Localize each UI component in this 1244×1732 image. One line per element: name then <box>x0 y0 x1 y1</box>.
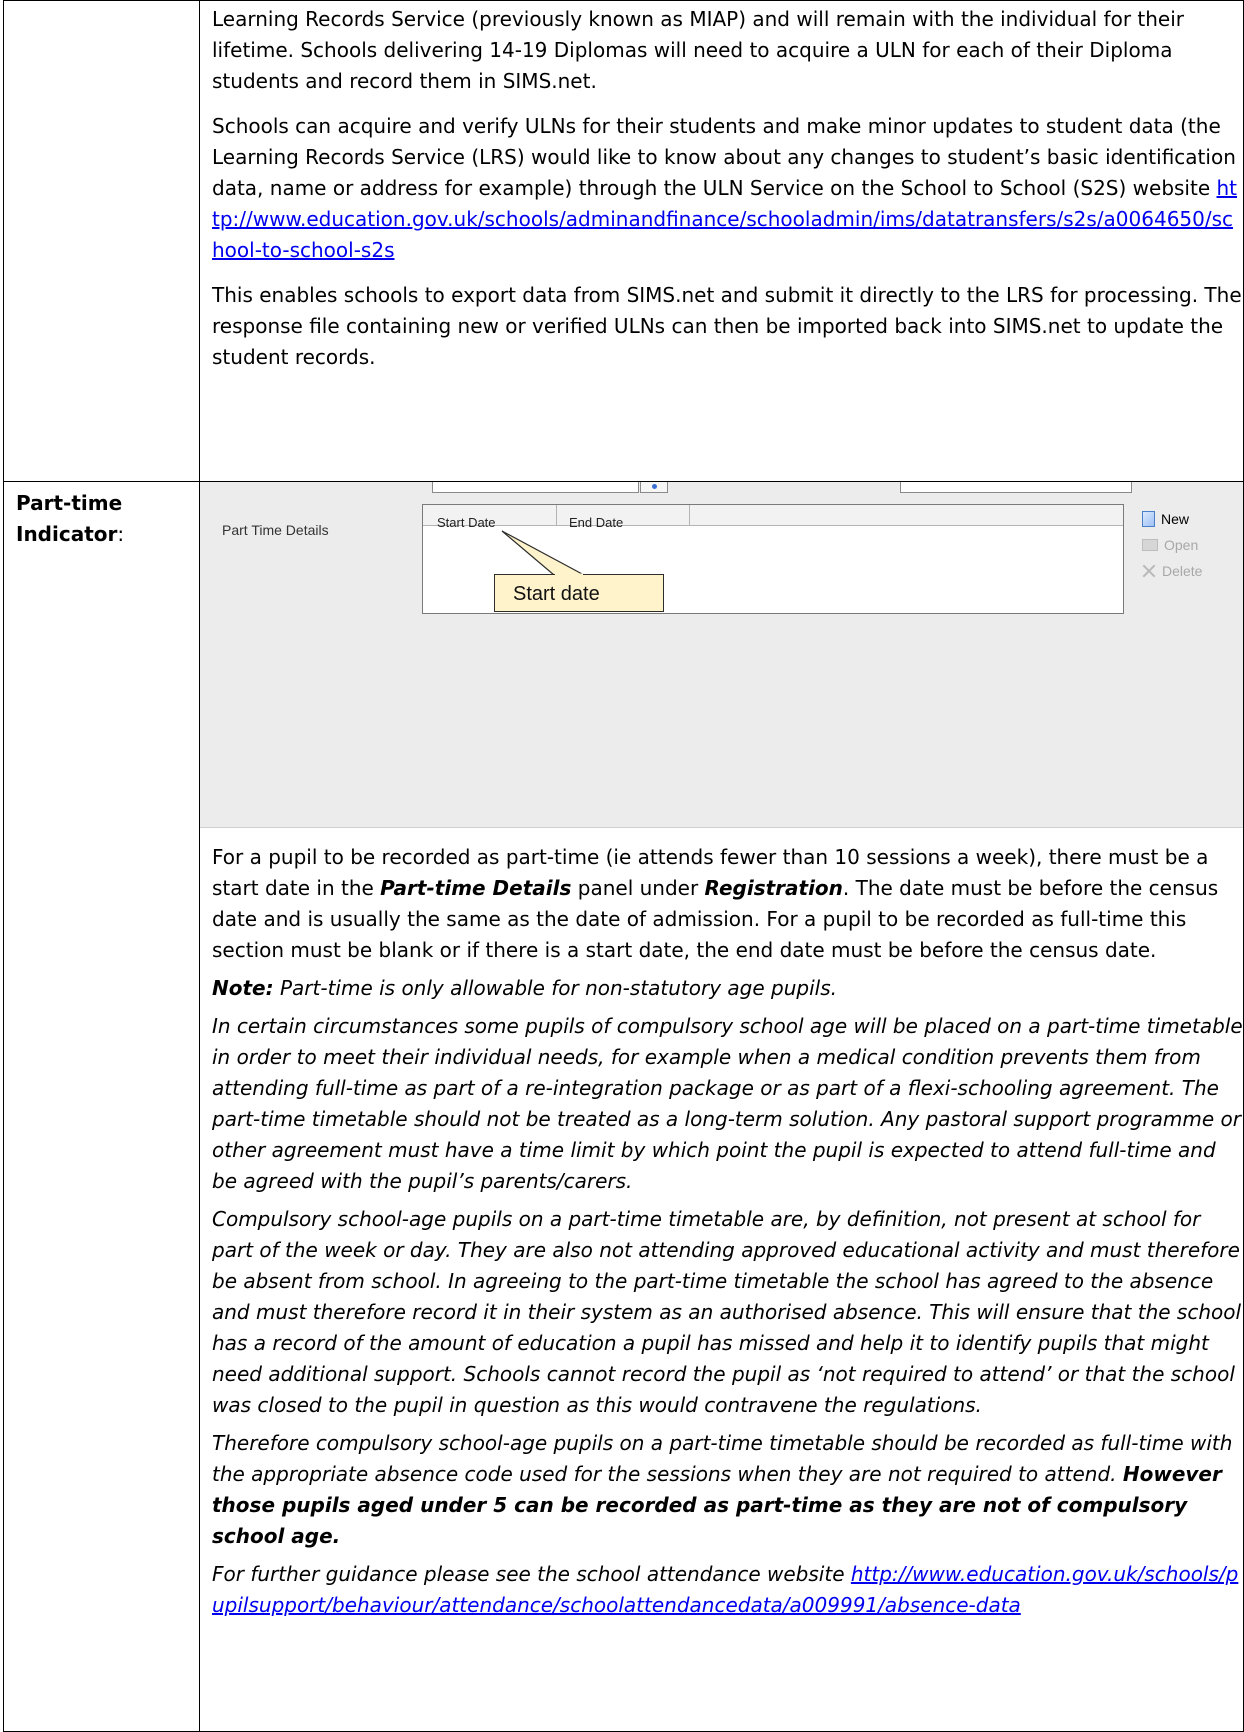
row-label: Part-time Indicator: <box>4 482 199 550</box>
paragraph-text: Schools can acquire and verify ULNs for … <box>212 114 1236 200</box>
emphasis: Registration <box>704 876 843 900</box>
document-page: Learning Records Service (previously kno… <box>0 0 1244 1732</box>
paragraph: Schools can acquire and verify ULNs for … <box>212 111 1243 266</box>
row-content-cell: Learning Records Service (previously kno… <box>199 0 1244 482</box>
table-row: Part-time Indicator: Part Time Details S… <box>3 481 1244 1732</box>
row-label-text: Part-time Indicator <box>16 491 123 546</box>
row-label <box>4 1 199 7</box>
row-content-cell: Part Time Details Start Date End Date St… <box>199 481 1244 1732</box>
paragraph: For a pupil to be recorded as part-time … <box>212 845 1219 962</box>
paragraph: Compulsory school-age pupils on a part-t… <box>212 1207 1242 1417</box>
delete-button: Delete <box>1142 558 1202 584</box>
paragraph: In certain circumstances some pupils of … <box>212 1014 1243 1193</box>
paragraph: Learning Records Service (previously kno… <box>212 7 1185 93</box>
new-button: New <box>1142 506 1202 532</box>
sims-screenshot: Part Time Details Start Date End Date St… <box>200 482 1243 828</box>
note-paragraph: Note: Part-time is only allowable for no… <box>212 976 837 1000</box>
paragraph: For further guidance please see the scho… <box>212 1562 1239 1617</box>
start-date-callout: Start date <box>494 574 664 612</box>
open-button: Open <box>1142 532 1202 558</box>
delete-x-icon <box>1142 564 1156 578</box>
row-label-cell: Part-time Indicator: <box>3 481 200 1732</box>
callout-pointer <box>501 530 585 576</box>
note-label: Note: <box>212 976 274 1000</box>
table-row: Learning Records Service (previously kno… <box>3 0 1244 482</box>
grid-buttons: New Open Delete <box>1142 506 1202 584</box>
emphasis: Part-time Details <box>380 876 572 900</box>
row-label-cell <box>3 0 200 482</box>
row-label-colon: : <box>117 522 125 546</box>
content-table: Learning Records Service (previously kno… <box>3 0 1244 1732</box>
paragraph: Therefore compulsory school-age pupils o… <box>212 1431 1233 1548</box>
paragraph: This enables schools to export data from… <box>212 283 1242 369</box>
new-document-icon <box>1142 511 1155 527</box>
open-folder-icon <box>1142 539 1158 551</box>
